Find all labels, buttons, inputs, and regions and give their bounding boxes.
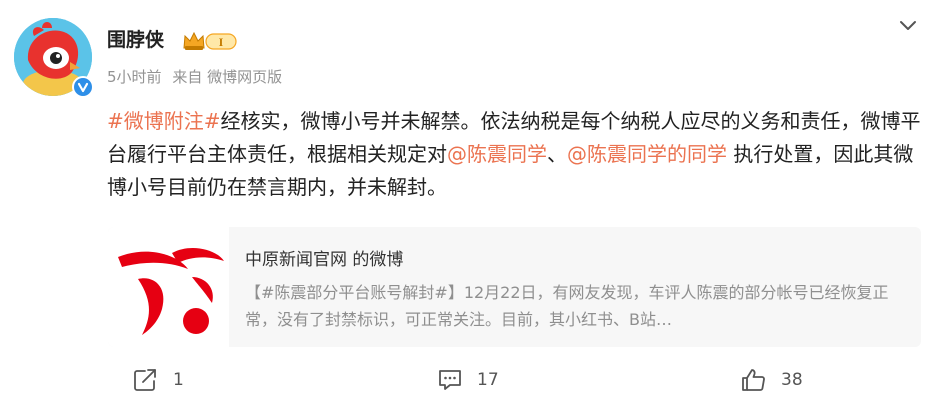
- post-text: #微博附注#经核实，微博小号并未解禁。依法纳税是每个纳税人应尽的义务和责任，微博…: [107, 105, 922, 204]
- rank-badge-text: I: [219, 35, 224, 49]
- card-thumbnail: [108, 227, 229, 347]
- shared-post-card[interactable]: 中原新闻官网 的微博 【#陈震部分平台账号解封#】12月22日，有网友发现，车评…: [108, 227, 921, 347]
- card-title[interactable]: 中原新闻官网 的微博: [245, 245, 403, 270]
- mention-link-1[interactable]: @陈震同学: [447, 142, 547, 166]
- username[interactable]: 围脖侠: [107, 25, 164, 52]
- avatar-container[interactable]: [14, 18, 94, 98]
- repost-count: 1: [173, 370, 184, 390]
- post-time[interactable]: 5小时前: [107, 68, 162, 86]
- like-button[interactable]: 38: [741, 367, 803, 393]
- comment-icon: [439, 370, 461, 390]
- hashtag-link[interactable]: #微博附注#: [107, 109, 221, 133]
- mention-link-2[interactable]: @陈震同学的同学: [567, 142, 727, 166]
- verified-badge-icon: [72, 76, 94, 98]
- post-meta: 5小时前 来自 微博网页版: [107, 66, 288, 87]
- comment-button[interactable]: 17: [437, 367, 499, 393]
- card-excerpt: 【#陈震部分平台账号解封#】12月22日，有网友发现，车评人陈震的部分帐号已经恢…: [245, 283, 889, 329]
- post-source: 来自 微博网页版: [172, 68, 283, 86]
- user-rank-badge[interactable]: I: [182, 30, 238, 52]
- more-options-button[interactable]: [896, 16, 920, 36]
- zhongyuan-news-logo-icon: [118, 247, 224, 335]
- like-count: 38: [781, 370, 803, 390]
- repost-icon: [134, 369, 156, 391]
- thumbs-up-icon: [742, 369, 765, 391]
- mention-separator: 、: [547, 142, 567, 166]
- repost-button[interactable]: 1: [133, 367, 184, 393]
- crown-rank-icon: I: [183, 31, 237, 50]
- comment-count: 17: [477, 370, 499, 390]
- chevron-down-icon: [900, 21, 916, 30]
